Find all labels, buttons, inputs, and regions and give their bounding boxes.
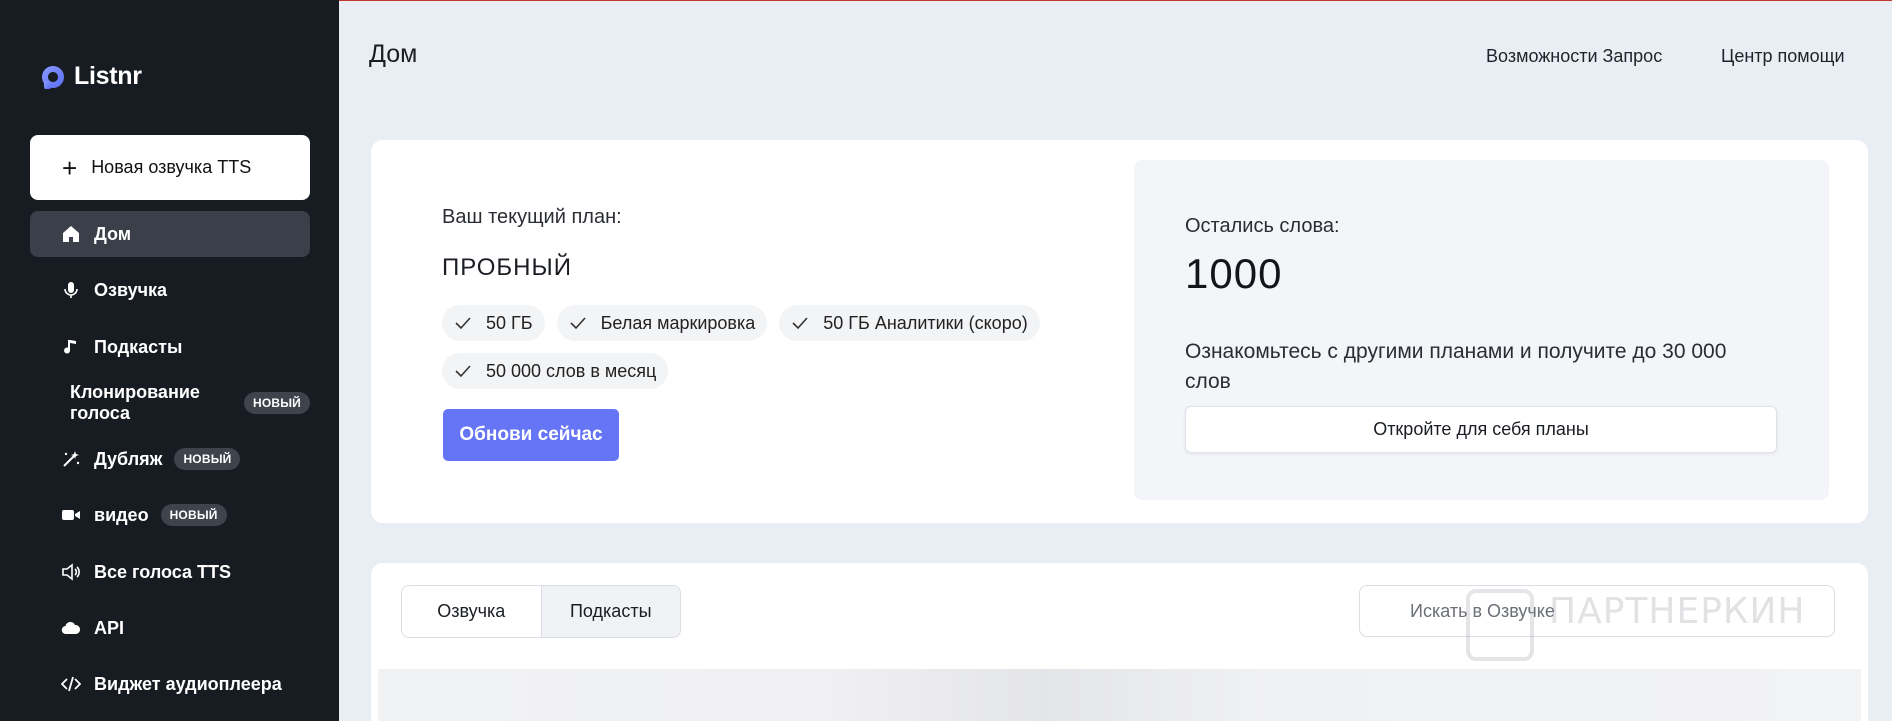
listnr-logo-icon [42, 65, 65, 89]
feature-chip: 50 ГБ [442, 305, 545, 341]
sidebar-item-label: Озвучка [94, 279, 168, 300]
plan-name: ПРОБНЫЙ [442, 254, 572, 281]
sidebar-item-label: Клонирование голоса [70, 382, 200, 423]
plus-icon: + [62, 152, 78, 183]
tab-voiceover[interactable]: Озвучка [402, 586, 541, 637]
sidebar-item-podcasts[interactable]: Подкасты [30, 324, 310, 370]
content-loading-placeholder [378, 669, 1861, 721]
microphone-icon [60, 279, 82, 301]
new-badge: НОВЫЙ [160, 504, 227, 526]
feature-label: 50 ГБ Аналитики (скоро) [823, 312, 1028, 333]
new-badge: НОВЫЙ [243, 392, 310, 414]
help-center-link[interactable]: Центр помощи [1721, 46, 1845, 67]
magic-wand-icon [60, 448, 82, 470]
page-title: Дом [369, 40, 418, 68]
words-remaining-label: Остались слова: [1185, 215, 1340, 237]
feature-label: Белая маркировка [600, 312, 756, 333]
sidebar-item-all-voices[interactable]: Все голоса TTS [30, 549, 310, 595]
top-border [339, 0, 1892, 1]
sidebar-item-label: API [94, 617, 125, 638]
feature-label: 50 ГБ [486, 312, 533, 333]
code-icon [60, 673, 82, 695]
video-camera-icon [60, 504, 82, 526]
search-input[interactable] [1359, 585, 1835, 637]
plan-label: Ваш текущий план: [442, 206, 622, 228]
sidebar-item-audio-widget[interactable]: Виджет аудиоплеера [30, 661, 310, 707]
new-tts-label: Новая озвучка TTS [91, 157, 252, 177]
sidebar-item-api[interactable]: API [30, 605, 310, 651]
library-card: Озвучка Подкасты ПАРТНЕРКИН [371, 563, 1868, 721]
plan-features: 50 ГБ Белая маркировка 50 ГБ Аналитики (… [442, 305, 1082, 389]
words-remaining-panel: Остались слова: 1000 Ознакомьтесь с друг… [1134, 160, 1829, 500]
music-note-icon [60, 336, 82, 358]
check-icon [570, 317, 586, 330]
sidebar-item-label: видео [94, 504, 149, 525]
plan-card: Ваш текущий план: ПРОБНЫЙ 50 ГБ Белая ма… [371, 140, 1868, 523]
feature-label: 50 000 слов в месяц [486, 360, 657, 381]
feature-chip: 50 000 слов в месяц [442, 353, 669, 389]
feature-chip: Белая маркировка [556, 305, 768, 341]
cloud-icon [60, 617, 82, 639]
check-icon [792, 317, 808, 330]
home-icon [60, 223, 82, 245]
words-upsell-text: Ознакомьтесь с другими планами и получит… [1185, 340, 1727, 393]
feature-chip: 50 ГБ Аналитики (скоро) [779, 305, 1040, 341]
sidebar-item-label: Виджет аудиоплеера [94, 673, 282, 694]
explore-plans-button[interactable]: Откройте для себя планы [1185, 406, 1777, 453]
feature-request-link[interactable]: Возможности Запрос [1486, 46, 1662, 67]
upgrade-button[interactable]: Обнови сейчас [443, 409, 619, 461]
sidebar-item-voice-cloning[interactable]: Клонирование голоса НОВЫЙ [30, 380, 310, 426]
sidebar-item-label: Подкасты [94, 336, 183, 357]
sidebar-item-label: Дом [94, 223, 132, 244]
sidebar-item-label: Дубляж [94, 448, 163, 469]
logo[interactable]: Listnr [40, 62, 142, 91]
sidebar-item-voiceover[interactable]: Озвучка [30, 267, 310, 313]
logo-text: Listnr [74, 62, 142, 90]
sidebar-item-video[interactable]: видео НОВЫЙ [30, 492, 310, 538]
sidebar: Listnr + Новая озвучка TTS Дом Озвучка П… [0, 0, 339, 721]
speaker-icon [60, 561, 82, 583]
new-badge: НОВЫЙ [174, 448, 241, 470]
words-remaining-count: 1000 [1185, 250, 1283, 297]
sidebar-item-home[interactable]: Дом [30, 211, 310, 257]
check-icon [455, 365, 471, 378]
check-icon [455, 317, 471, 330]
new-tts-button[interactable]: + Новая озвучка TTS [30, 135, 310, 200]
sidebar-item-label: Все голоса TTS [94, 561, 232, 582]
library-tabs: Озвучка Подкасты [401, 585, 681, 638]
tab-podcasts[interactable]: Подкасты [540, 586, 680, 637]
sidebar-item-dubbing[interactable]: Дубляж НОВЫЙ [30, 436, 310, 482]
